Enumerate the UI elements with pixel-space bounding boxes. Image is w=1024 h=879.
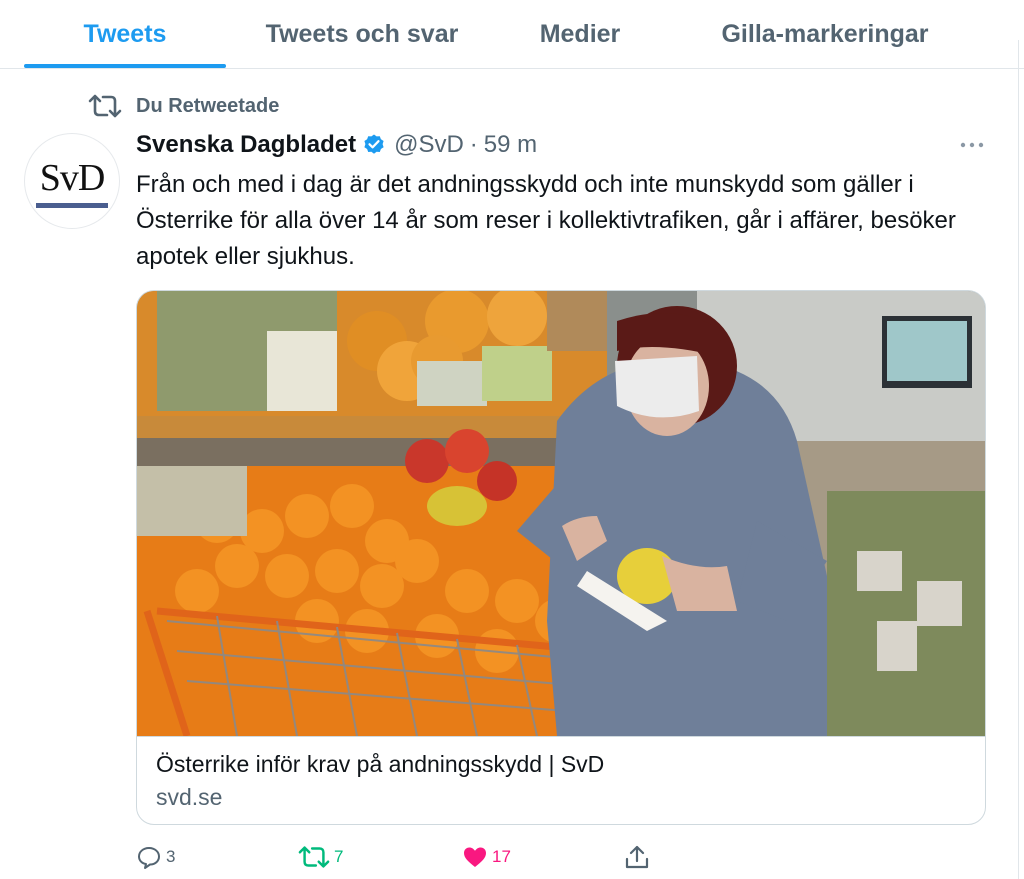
column-divider <box>1018 40 1019 879</box>
tweet-header: Svenska Dagbladet @SvD · 59 m <box>136 127 537 163</box>
reply-count: 3 <box>166 847 176 866</box>
card-photo[interactable] <box>137 291 986 736</box>
retweet-context[interactable]: Du Retweetade <box>88 90 279 122</box>
retweet-icon <box>88 94 122 118</box>
reply-button[interactable]: 3 <box>136 842 175 872</box>
retweet-context-label: Du Retweetade <box>136 94 280 117</box>
tweet-text: Från och med i dag är det andningsskydd … <box>136 171 956 270</box>
tab-likes[interactable]: Gilla-markeringar <box>700 0 950 68</box>
active-tab-indicator <box>24 64 226 68</box>
card-divider <box>137 736 985 737</box>
profile-tabs: Tweets Tweets och svar Medier Gilla-mark… <box>0 0 1024 69</box>
retweet-button[interactable]: 7 <box>298 842 343 872</box>
avatar[interactable]: SvD <box>24 133 120 229</box>
tweet-timestamp[interactable]: 59 m <box>484 131 537 159</box>
card-domain: svd.se <box>156 784 223 810</box>
tab-tweets[interactable]: Tweets <box>24 0 226 68</box>
tab-tweets-and-replies[interactable]: Tweets och svar <box>240 0 484 68</box>
retweet-action-icon <box>298 846 330 868</box>
link-card[interactable]: Österrike inför krav på andningsskydd | … <box>136 290 986 825</box>
author-handle[interactable]: @SvD <box>394 131 464 159</box>
card-title: Österrike inför krav på andningsskydd | … <box>156 751 605 777</box>
like-count: 17 <box>492 847 511 866</box>
more-options-button[interactable] <box>956 133 988 157</box>
verified-badge-icon <box>364 134 384 154</box>
avatar-logo-bar <box>36 202 108 208</box>
avatar-logo-text: SvD <box>39 156 106 199</box>
header-separator: · <box>469 131 478 158</box>
share-button[interactable] <box>624 842 650 872</box>
retweet-count: 7 <box>334 847 344 866</box>
tab-media[interactable]: Medier <box>520 0 640 68</box>
reply-icon <box>138 847 160 869</box>
more-icon <box>960 142 984 148</box>
share-icon <box>625 845 649 869</box>
heart-icon <box>464 847 486 867</box>
like-button[interactable]: 17 <box>462 842 511 872</box>
author-name[interactable]: Svenska Dagbladet <box>136 131 356 159</box>
